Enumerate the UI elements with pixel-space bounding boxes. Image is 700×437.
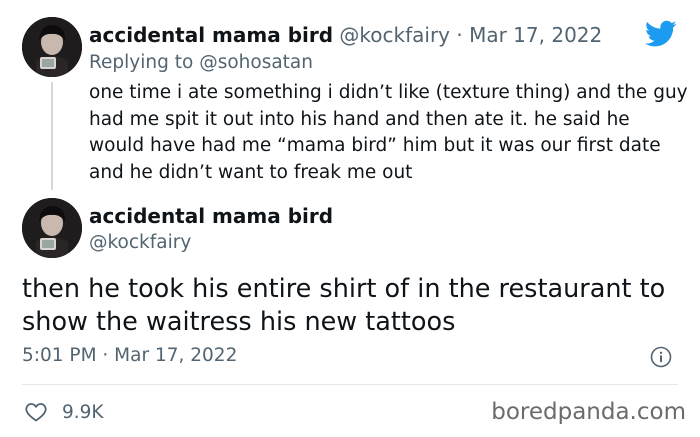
reply-header: accidental mama bird @kockfairy · Mar 17… bbox=[89, 22, 602, 48]
twitter-bird-icon[interactable] bbox=[645, 20, 677, 48]
reply-display-name[interactable]: accidental mama bird bbox=[89, 23, 333, 47]
action-divider bbox=[22, 384, 678, 385]
reply-tweet-text: one time i ate something i didn’t like (… bbox=[89, 82, 688, 183]
main-avatar[interactable] bbox=[22, 198, 82, 258]
main-display-name[interactable]: accidental mama bird bbox=[89, 203, 333, 229]
replying-prefix: Replying to bbox=[89, 52, 200, 73]
replying-to-mention[interactable]: @sohosatan bbox=[199, 52, 313, 73]
like-count: 9.9K bbox=[62, 401, 104, 423]
watermark: boredpanda.com bbox=[491, 399, 686, 425]
reply-avatar[interactable] bbox=[22, 17, 82, 77]
reply-date[interactable]: Mar 17, 2022 bbox=[469, 23, 602, 47]
replying-to-line: Replying to @sohosatan bbox=[89, 50, 313, 76]
main-tweet-text: then he took his entire shirt of in the … bbox=[22, 274, 666, 337]
thread-connector-line bbox=[51, 82, 53, 190]
like-button[interactable]: 9.9K bbox=[24, 398, 104, 426]
reply-handle[interactable]: @kockfairy bbox=[339, 23, 450, 47]
heart-icon bbox=[25, 403, 47, 422]
main-tweet-timestamp[interactable]: 5:01 PM · Mar 17, 2022 bbox=[22, 343, 237, 369]
info-icon[interactable] bbox=[650, 346, 672, 368]
reply-separator: · bbox=[450, 23, 470, 47]
main-handle[interactable]: @kockfairy bbox=[89, 230, 191, 256]
